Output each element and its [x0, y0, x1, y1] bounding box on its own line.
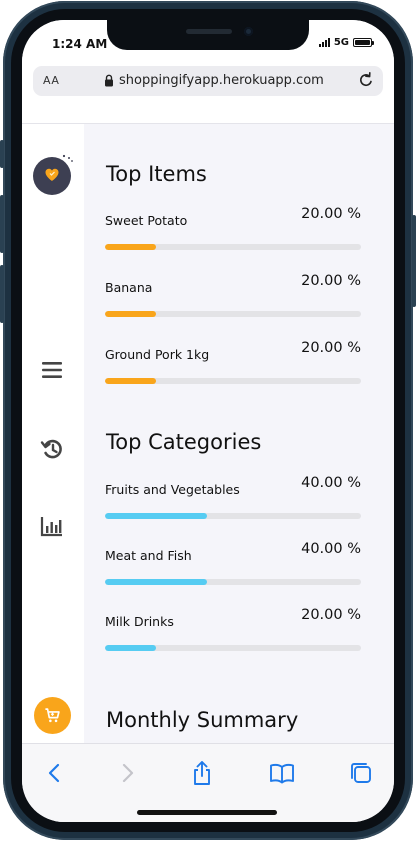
heart-icon [45, 168, 59, 181]
cart-icon [45, 708, 60, 723]
status-indicators: 5G [318, 37, 374, 48]
stat-item: Sweet Potato 20.00 % [105, 206, 361, 256]
forward-icon[interactable] [114, 760, 140, 786]
stat-item-name: Meat and Fish [105, 548, 192, 563]
volume-down-button [0, 265, 4, 323]
monthly-summary-title: Monthly Summary [106, 708, 299, 732]
top-categories-title: Top Categories [106, 430, 262, 454]
progress-fill [105, 579, 208, 585]
stat-item-name: Sweet Potato [105, 213, 188, 228]
stat-item: Meat and Fish 40.00 % [105, 541, 361, 591]
url-text[interactable]: shoppingifyapp.herokuapp.com [119, 73, 324, 88]
text-size-button[interactable]: AA [43, 74, 59, 87]
screen: 1:24 AM 5G AA shoppingifyapp.herokuapp.c… [22, 20, 394, 822]
stat-item: Fruits and Vegetables 40.00 % [105, 475, 361, 525]
stat-item: Milk Drinks 20.00 % [105, 607, 361, 657]
status-time: 1:24 AM [52, 37, 108, 51]
list-icon[interactable] [40, 358, 64, 382]
stat-item-percent: 20.00 % [301, 206, 361, 222]
power-button [412, 215, 416, 307]
battery-icon [353, 38, 374, 47]
browser-toolbar [22, 743, 394, 822]
stat-item-percent: 20.00 % [301, 273, 361, 289]
stat-item-percent: 40.00 % [301, 541, 361, 557]
back-icon[interactable] [42, 760, 68, 786]
speaker [186, 29, 232, 34]
progress-fill [105, 645, 157, 651]
lock-icon [105, 74, 113, 87]
statistics-icon[interactable] [40, 514, 64, 538]
progress-track [105, 311, 361, 317]
stat-item-percent: 20.00 % [301, 607, 361, 623]
progress-track [105, 579, 361, 585]
signal-icon [318, 38, 330, 47]
progress-track [105, 244, 361, 250]
address-bar[interactable]: AA shoppingifyapp.herokuapp.com [33, 66, 383, 96]
progress-track [105, 513, 361, 519]
stat-item-percent: 20.00 % [301, 340, 361, 356]
progress-fill [105, 244, 157, 250]
reload-icon[interactable] [357, 71, 375, 89]
bookmarks-icon[interactable] [269, 760, 295, 786]
history-icon[interactable] [40, 437, 64, 461]
stat-item-name: Fruits and Vegetables [105, 482, 240, 497]
stat-item-name: Banana [105, 280, 153, 295]
notch [107, 20, 309, 50]
sidebar [22, 124, 84, 744]
silent-switch [0, 140, 4, 168]
progress-fill [105, 311, 157, 317]
status-bar: 1:24 AM 5G [22, 20, 394, 64]
stat-item-name: Ground Pork 1kg [105, 347, 210, 362]
app-view: Top Items Sweet Potato 20.00 % Banana 20.00… [22, 124, 394, 744]
tabs-icon[interactable] [348, 760, 374, 786]
browser-url-area: AA shoppingifyapp.herokuapp.com [22, 64, 394, 124]
cart-button[interactable] [34, 697, 71, 734]
stat-item-percent: 40.00 % [301, 475, 361, 491]
stat-item-name: Milk Drinks [105, 614, 174, 629]
top-items-title: Top Items [106, 162, 207, 186]
statistics-content: Top Items Sweet Potato 20.00 % Banana 20.00… [84, 124, 394, 744]
stat-item: Banana 20.00 % [105, 273, 361, 323]
network-label: 5G [333, 37, 349, 48]
volume-up-button [0, 195, 4, 253]
phone-frame: 1:24 AM 5G AA shoppingifyapp.herokuapp.c… [0, 0, 416, 841]
front-camera [244, 27, 253, 36]
heart-logo-icon[interactable] [33, 154, 73, 195]
progress-fill [105, 513, 208, 519]
progress-track [105, 645, 361, 651]
progress-fill [105, 378, 157, 384]
home-indicator [137, 810, 277, 815]
share-icon[interactable] [189, 760, 215, 786]
progress-track [105, 378, 361, 384]
sparkle-icon [62, 154, 73, 162]
stat-item: Ground Pork 1kg 20.00 % [105, 340, 361, 390]
